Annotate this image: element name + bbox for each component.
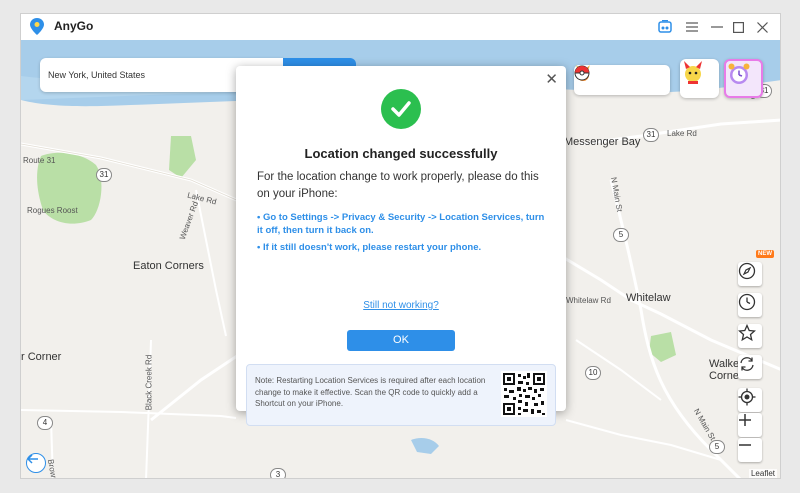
- menu-icon[interactable]: [682, 17, 702, 37]
- map-label: Whitelaw: [626, 292, 671, 304]
- map-label: Corne: [709, 370, 739, 382]
- map-label: Black Creek Rd: [144, 354, 154, 411]
- pokemon-feature-icon[interactable]: [680, 59, 719, 98]
- note-text: Note: Restarting Location Services is re…: [255, 376, 486, 408]
- map-label: r Corner: [21, 351, 62, 363]
- ok-button[interactable]: OK: [347, 330, 455, 351]
- success-dialog: ✕ Location changed successfully For the …: [236, 66, 566, 426]
- alarm-clock-icon[interactable]: [724, 59, 763, 98]
- map-label: Rogues Roost: [27, 206, 78, 215]
- map-label: Messenger Bay: [564, 136, 641, 148]
- search-input[interactable]: [48, 67, 263, 83]
- new-badge: NEW: [756, 250, 774, 258]
- qr-code-icon: [501, 371, 547, 417]
- route-shield: 31: [96, 168, 112, 182]
- anygo-logo-icon: [30, 18, 44, 35]
- compass-icon[interactable]: [738, 262, 762, 286]
- route-shield: 10: [585, 366, 601, 380]
- route-shield: 3: [270, 468, 286, 478]
- dialog-title: Location changed successfully: [304, 146, 498, 161]
- locate-icon[interactable]: [738, 388, 762, 412]
- zoom-out-icon[interactable]: [738, 438, 762, 462]
- checkmark-icon: [381, 89, 421, 129]
- dialog-body: For the location change to work properly…: [257, 171, 539, 200]
- map-label: Whitelaw Rd: [566, 296, 611, 305]
- map-label: Eaton Corners: [133, 260, 204, 272]
- map-attribution[interactable]: Leaflet: [748, 469, 777, 478]
- star-icon[interactable]: [738, 324, 762, 348]
- maximize-icon[interactable]: [728, 17, 748, 37]
- minimize-icon[interactable]: [707, 17, 727, 37]
- map-label: Lake Rd: [667, 129, 697, 138]
- route-shield: 5: [709, 440, 725, 454]
- route-shield: 4: [37, 416, 53, 430]
- refresh-icon[interactable]: [738, 355, 762, 379]
- instruction-step-2: • If it still doesn't work, please resta…: [257, 242, 482, 253]
- route-shield: 5: [613, 228, 629, 242]
- zoom-in-icon[interactable]: [738, 413, 762, 437]
- device-icon[interactable]: [655, 17, 675, 37]
- still-not-working-link[interactable]: Still not working?: [236, 300, 566, 311]
- title-bar: AnyGo: [21, 14, 780, 40]
- app-title: AnyGo: [54, 19, 94, 33]
- pokemon-toolbar: [574, 65, 670, 95]
- pokeball-icon[interactable]: [574, 65, 663, 91]
- history-icon[interactable]: [738, 293, 762, 317]
- pokemon-monster-icon[interactable]: [577, 66, 633, 91]
- instruction-step-1: • Go to Settings -> Privacy & Security -…: [257, 212, 545, 236]
- note-box: Note: Restarting Location Services is re…: [246, 364, 556, 426]
- route-shield: 31: [643, 128, 659, 142]
- close-icon[interactable]: [752, 17, 772, 37]
- dialog-close-icon[interactable]: ✕: [545, 70, 558, 88]
- app-window: AnyGo Messenger Bay Lake Rd Route 31 Lak…: [20, 13, 781, 479]
- map-label: Route 31: [23, 156, 56, 165]
- back-arrow-icon[interactable]: [26, 453, 46, 473]
